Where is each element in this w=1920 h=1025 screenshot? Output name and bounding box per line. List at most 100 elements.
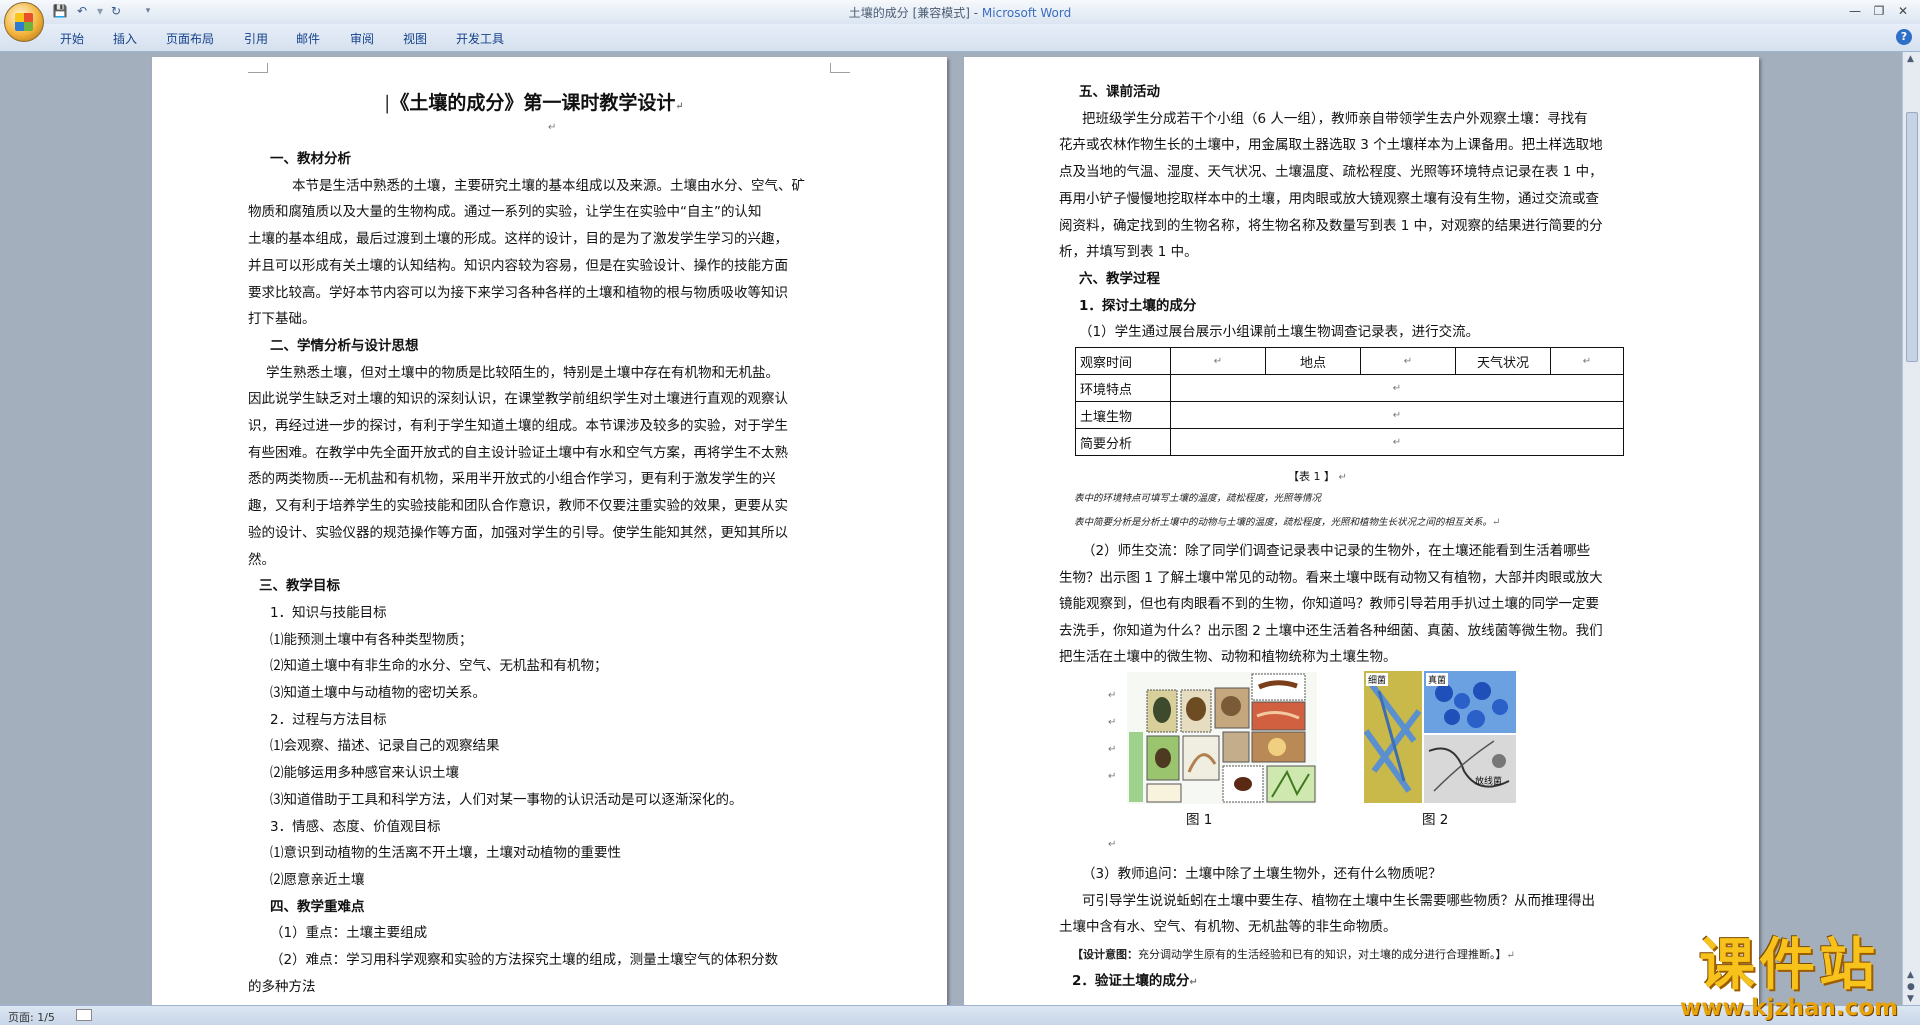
vertical-scrollbar[interactable]: ▲ ▲ ● ▼ (1902, 52, 1920, 1005)
section-heading: 一、教材分析 (270, 151, 351, 167)
page-indicator[interactable]: 页面: 1/5 (8, 1009, 55, 1025)
minimize-icon[interactable]: — (1844, 2, 1866, 20)
paragraph-line: 因此说学生缺乏对土壤的知识的深刻认识，在课堂教学前组织学生对土壤进行直观的观察认 (248, 391, 788, 408)
table-caption: 【表 1 】 ↵ (1288, 470, 1347, 483)
paragraph-line: 趣，又有利于培养学生的实验技能和团队合作意识，教师不仅要注重实验的效果，更要从实 (248, 498, 788, 515)
tab-review[interactable]: 审阅 (350, 30, 374, 47)
paragraph-line: ⑵知道土壤中有非生命的水分、空气、无机盐和有机物； (270, 658, 608, 675)
paragraph-line: 物质和腐殖质以及大量的生物构成。通过一系列的实验，让学生在实验中“自主”的认知 (248, 204, 762, 221)
page-1[interactable]: |《土壤的成分》第一课时教学设计↵ ↵ 一、教材分析本节是生活中熟悉的土壤，主要… (152, 57, 947, 1005)
empty-paragraph: ↵ (1108, 717, 1117, 728)
title-bar: 💾 ↶ ▾ ↻ ▾ 土壤的成分 [兼容模式] - Microsoft Word … (0, 0, 1920, 42)
table-cell: 土壤生物 (1075, 401, 1171, 429)
section-heading: 五、课前活动 (1079, 84, 1160, 100)
next-page-icon[interactable]: ▼ (1907, 994, 1914, 1004)
help-icon[interactable]: ? (1896, 29, 1912, 45)
empty-paragraph: ↵ (1108, 839, 1117, 850)
office-button[interactable] (4, 2, 44, 42)
paragraph-line: ⑴意识到动植物的生活离不开土壤，土壤对动植物的重要性 (270, 845, 621, 862)
table-cell: 环境特点 (1075, 374, 1171, 402)
tab-developer[interactable]: 开发工具 (456, 30, 504, 47)
table-cell: 地点 (1265, 347, 1361, 375)
table-row: 土壤生物 ↵ (1075, 401, 1624, 429)
paragraph-line: 阅资料，确定找到的生物名称，将生物名称及数量写到表 1 中，对观察的结果进行简要… (1059, 217, 1603, 234)
page-2[interactable]: 五、课前活动 把班级学生分成若干个小组（6 人一组），教师亲自带领学生去户外观察土… (964, 57, 1759, 1005)
paragraph-line: 并且可以形成有关土壤的认知结构。知识内容较为容易，但是在实验设计、操作的技能方面 (248, 257, 788, 274)
paragraph-line: 学生熟悉土壤，但对土壤中的物质是比较陌生的，特别是土壤中存在有机物和无机盐。 (266, 364, 779, 381)
select-browse-object-icon[interactable]: ● (1907, 982, 1915, 992)
window-title: 土壤的成分 [兼容模式] - Microsoft Word (0, 4, 1920, 21)
table-note: 表中简要分析是分析土壤中的动物与土壤的温度，疏松程度，光照和植物生长状况之间的相… (1074, 517, 1501, 528)
document-title: 土壤的成分 [兼容模式] - (848, 6, 982, 20)
section-heading: 1．探讨土壤的成分 (1079, 297, 1197, 314)
paragraph-line: 3．情感、态度、价值观目标 (270, 818, 441, 835)
paragraph-line: 镜能观察到，但也有肉眼看不到的生物，你知道吗？教师引导若用手扒过土壤的同学一定要 (1059, 596, 1599, 612)
paragraph-line: （2）师生交流：除了同学们调查记录表中记录的生物外，在土壤还能看到生活着哪些 (1082, 543, 1591, 559)
table-cell[interactable]: ↵ (1170, 347, 1266, 375)
proofing-icon[interactable] (76, 1009, 92, 1021)
paragraph-line: 1．知识与技能目标 (270, 604, 387, 621)
margin-mark (830, 63, 850, 73)
section-heading: 四、教学重难点 (270, 898, 365, 915)
tab-insert[interactable]: 插入 (113, 30, 137, 47)
table-cell[interactable]: ↵ (1170, 374, 1624, 402)
paragraph-line: 可引导学生说说蚯蚓在土壤中要生存、植物在土壤中生长需要哪些物质？从而推理得出 (1082, 892, 1595, 909)
office-logo-icon (15, 13, 33, 31)
paragraph-line: （3）教师追问：土壤中除了土壤生物外，还有什么物质呢？ (1082, 866, 1442, 882)
maximize-icon[interactable]: ❐ (1868, 2, 1890, 20)
paragraph-line: 土壤的基本组成，最后过渡到土壤的形成。这样的设计，目的是为了激发学生学习的兴趣， (248, 231, 788, 248)
section-heading: 2．验证土壤的成分↵ (1072, 973, 1198, 989)
app-name: Microsoft Word (981, 6, 1072, 20)
paragraph-line: ⑶知道借助于工具和科学方法，人们对某一事物的认识活动是可以逐渐深化的。 (270, 791, 743, 808)
previous-page-icon[interactable]: ▲ (1907, 970, 1914, 980)
table-row: 环境特点 ↵ (1075, 374, 1624, 402)
table-cell[interactable]: ↵ (1170, 428, 1624, 456)
paragraph-line: 2．过程与方法目标 (270, 711, 387, 728)
table-note: 表中的环境特点可填写土壤的温度，疏松程度，光照等情况 (1074, 493, 1322, 504)
empty-paragraph: ↵ (548, 122, 557, 133)
table-cell: 天气状况 (1455, 347, 1551, 375)
table-cell: 观察时间 (1075, 347, 1171, 375)
table-cell[interactable]: ↵ (1550, 347, 1624, 375)
tab-home[interactable]: 开始 (60, 30, 84, 47)
paragraph-line: 的多种方法 (248, 978, 316, 995)
table-row: 简要分析 ↵ (1075, 428, 1624, 456)
paragraph-line: 识，再经过进一步的探讨，有利于学生知道土壤的组成。本节课涉及较多的实验，对于学生 (248, 418, 788, 434)
paragraph-line: （1）学生通过展台展示小组课前土壤生物调查记录表，进行交流。 (1079, 324, 1480, 341)
close-icon[interactable]: ✕ (1892, 2, 1914, 20)
paragraph-line: （1）重点：土壤主要组成 (270, 925, 428, 942)
paragraph-line: 本节是生活中熟悉的土壤，主要研究土壤的基本组成以及来源。土壤由水分、空气、矿 (292, 177, 805, 194)
empty-paragraph: ↵ (1108, 771, 1117, 782)
paragraph-line: ⑶知道土壤中与动植物的密切关系。 (270, 685, 486, 701)
paragraph-line: ⑵能够运用多种感官来认识土壤 (270, 765, 459, 782)
status-bar: 页面: 1/5 (0, 1005, 1920, 1025)
document-title-heading: |《土壤的成分》第一课时教学设计↵ (384, 92, 684, 114)
paragraph-line: 悉的两类物质---无机盐和有机物，采用半开放式的小组合作学习，更有利于激发学生的… (248, 471, 776, 488)
paragraph-line: （2）难点：学习用科学观察和实验的方法探究土壤的组成，测量土壤空气的体积分数 (270, 952, 779, 968)
tab-references[interactable]: 引用 (244, 30, 268, 47)
design-intent-note: 【设计意图：充分调动学生原有的生活经验和已有的知识，对土壤的成分进行合理推断。】… (1072, 948, 1515, 961)
tab-view[interactable]: 视图 (403, 30, 427, 47)
scrollbar-thumb[interactable] (1906, 112, 1918, 362)
scroll-up-icon[interactable]: ▲ (1907, 54, 1914, 64)
figure-2-caption: 图 2 (1422, 812, 1449, 828)
watermark-brand: 课件站 (1699, 933, 1879, 998)
table-cell: 简要分析 (1075, 428, 1171, 456)
paragraph-line: 打下基础。 (248, 311, 316, 328)
paragraph-line: 然。 (248, 551, 275, 568)
paragraph-line: 点及当地的气温、湿度、天气状况、土壤温度、疏松程度、光照等环境特点记录在表 1 … (1059, 164, 1603, 181)
fungi-label: 真菌 (1426, 673, 1449, 686)
section-heading: 二、学情分析与设计思想 (270, 337, 419, 354)
watermark-url: www.kjzhan.com (1680, 995, 1898, 1021)
margin-mark (248, 63, 268, 73)
table-cell[interactable]: ↵ (1360, 347, 1456, 375)
paragraph-line: 再用小铲子慢慢地挖取样本中的土壤，用肉眼或放大镜观察土壤有没有生物，通过交流或查 (1059, 190, 1599, 207)
paragraph-line: ⑴能预测土壤中有各种类型物质； (270, 631, 473, 648)
table-cell[interactable]: ↵ (1170, 401, 1624, 429)
document-workspace[interactable]: |《土壤的成分》第一课时教学设计↵ ↵ 一、教材分析本节是生活中熟悉的土壤，主要… (0, 52, 1902, 1005)
paragraph-line: 去洗手，你知道为什么？出示图 2 土壤中还生活着各种细菌、真菌、放线菌等微生物。… (1059, 622, 1603, 639)
paragraph-line: 有些困难。在教学中先全面开放式的自主设计验证土壤中有水和空气方案，再将学生不太熟 (248, 444, 788, 461)
tab-page-layout[interactable]: 页面布局 (166, 30, 214, 47)
tab-mailings[interactable]: 邮件 (296, 30, 320, 47)
paragraph-line: 要求比较高。学好本节内容可以为接下来学习各种各样的土壤和植物的根与物质吸收等知识 (248, 284, 788, 301)
